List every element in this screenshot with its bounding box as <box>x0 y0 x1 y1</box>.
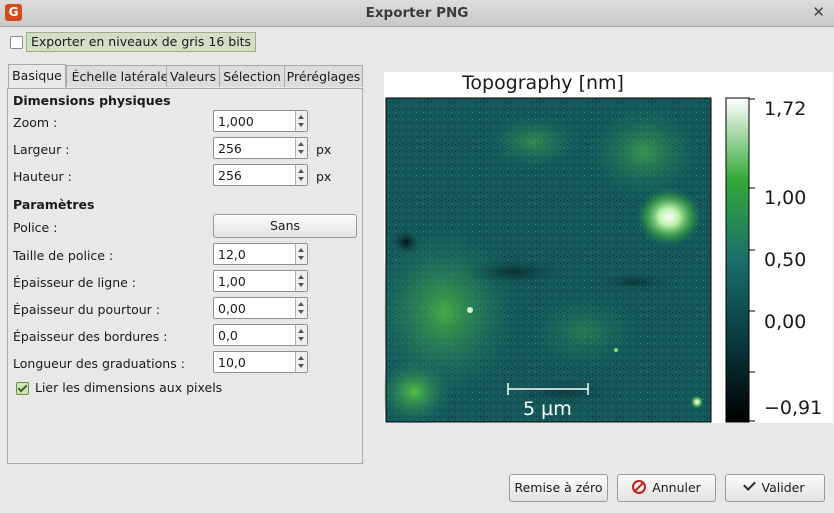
link-pixels-checkbox[interactable] <box>16 382 29 395</box>
cancel-button[interactable]: Annuler <box>617 474 716 502</box>
font-label: Police : <box>13 220 58 235</box>
spinner-arrows-icon[interactable] <box>295 111 307 131</box>
export-preview: Topography [nm] 5 µm 1,72 1,00 0,50 0,00… <box>364 72 833 427</box>
scale-bar-label: 5 µm <box>523 398 572 420</box>
outline-width-label: Épaisseur du pourtour : <box>13 302 160 317</box>
spinner-arrows-icon[interactable] <box>295 165 307 185</box>
tick-length-value: 10,0 <box>218 355 246 370</box>
link-pixels-label[interactable]: Lier les dimensions aux pixels <box>35 380 222 395</box>
topography-image <box>364 97 712 427</box>
cancel-icon <box>632 480 647 494</box>
border-width-label: Épaisseur des bordures : <box>13 329 168 344</box>
spinner-arrows-icon[interactable] <box>295 244 307 264</box>
colorbar-label-1: 1,00 <box>764 187 807 209</box>
outline-width-value: 0,00 <box>218 301 246 316</box>
spinner-arrows-icon[interactable] <box>295 138 307 158</box>
colorbar-label-min: −0,91 <box>764 397 823 419</box>
height-value: 256 <box>218 168 242 183</box>
font-size-spinner[interactable]: 12,0 <box>213 243 308 265</box>
zoom-label: Zoom : <box>13 115 58 130</box>
width-spinner[interactable]: 256 <box>213 137 308 159</box>
reset-button[interactable]: Remise à zéro <box>509 474 608 502</box>
zoom-spinner[interactable]: 1,000 <box>213 110 308 132</box>
colorbar-label-2: 0,50 <box>764 249 807 271</box>
outline-width-spinner[interactable]: 0,00 <box>213 297 308 319</box>
close-icon[interactable]: ✕ <box>812 3 825 21</box>
cancel-label: Annuler <box>652 480 701 495</box>
tab-basique[interactable]: Basique <box>8 64 66 89</box>
border-width-value: 0,0 <box>218 328 238 343</box>
checkmark-icon <box>742 478 756 491</box>
width-value: 256 <box>218 141 242 156</box>
font-button[interactable]: Sans <box>213 214 357 238</box>
physical-dimensions-heading: Dimensions physiques <box>13 93 171 108</box>
width-label: Largeur : <box>13 142 70 157</box>
spinner-arrows-icon[interactable] <box>295 352 307 372</box>
line-width-spinner[interactable]: 1,00 <box>213 270 308 292</box>
tab-valeurs[interactable]: Valeurs <box>166 65 220 87</box>
preview-title: Topography [nm] <box>462 72 624 94</box>
spinner-arrows-icon[interactable] <box>295 325 307 345</box>
ok-label: Valider <box>761 480 805 495</box>
tab-selection[interactable]: Sélection <box>219 65 285 87</box>
height-spinner[interactable]: 256 <box>213 164 308 186</box>
tab-echelle-laterale[interactable]: Échelle latérale <box>66 65 174 87</box>
zoom-value: 1,000 <box>218 114 254 129</box>
gray16-label[interactable]: Exporter en niveaux de gris 16 bits <box>26 32 257 52</box>
spinner-arrows-icon[interactable] <box>295 271 307 291</box>
topography-image-svg <box>364 97 755 427</box>
ok-button[interactable]: Valider <box>725 474 825 502</box>
gray16-checkbox[interactable] <box>10 36 23 49</box>
window-title: Exporter PNG <box>365 5 469 21</box>
spinner-arrows-icon[interactable] <box>295 298 307 318</box>
border-width-spinner[interactable]: 0,0 <box>213 324 308 346</box>
width-unit: px <box>316 142 332 157</box>
color-bar <box>725 97 750 423</box>
gray16-text: Exporter en niveaux de gris 16 bits <box>31 34 252 49</box>
line-width-label: Épaisseur de ligne : <box>13 275 136 290</box>
tick-length-label: Longueur des graduations : <box>13 356 185 371</box>
title-bar: G Exporter PNG ✕ <box>0 0 834 27</box>
tick-length-spinner[interactable]: 10,0 <box>213 351 308 373</box>
parameters-heading: Paramètres <box>13 197 95 212</box>
font-size-value: 12,0 <box>218 247 246 262</box>
line-width-value: 1,00 <box>218 274 246 289</box>
colorbar-label-max: 1,72 <box>764 98 807 120</box>
height-unit: px <box>316 169 332 184</box>
height-label: Hauteur : <box>13 169 72 184</box>
colorbar-label-3: 0,00 <box>764 311 807 333</box>
tab-prereglages[interactable]: Préréglages <box>284 65 363 87</box>
font-size-label: Taille de police : <box>13 248 114 263</box>
